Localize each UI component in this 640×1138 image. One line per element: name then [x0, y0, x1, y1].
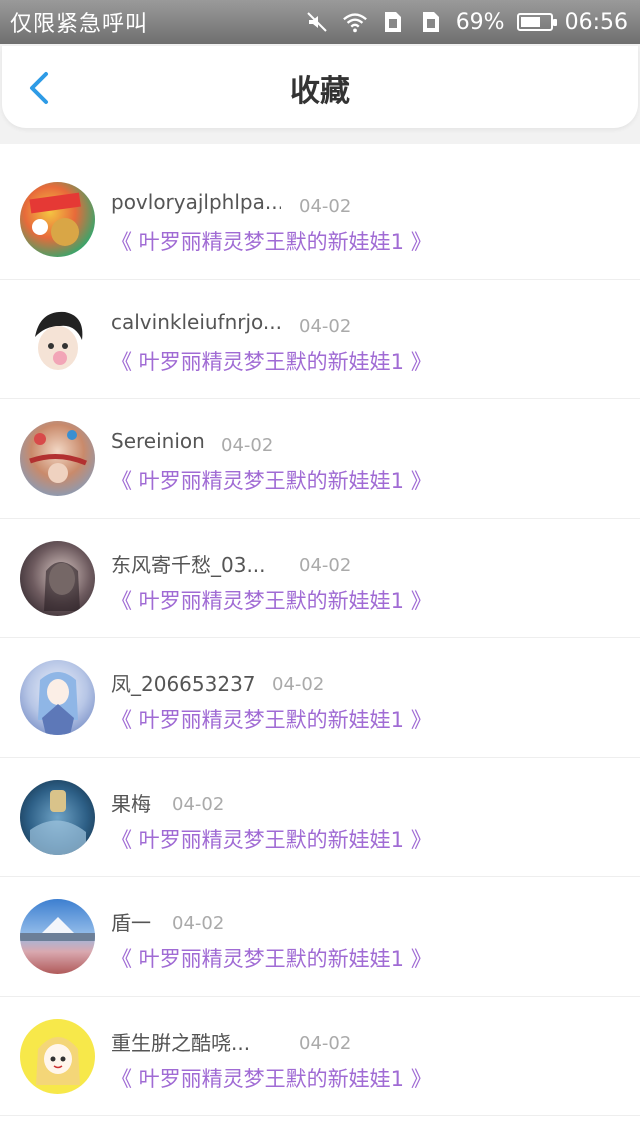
header-area: 收藏 — [0, 44, 640, 144]
item-date: 04-02 — [299, 1032, 352, 1054]
item-book-link[interactable]: 《 叶罗丽精灵梦王默的新娃娃1 》 — [111, 585, 432, 615]
list-item[interactable]: calvinkleiufnrjo... 04-02 《 叶罗丽精灵梦王默的新娃娃… — [0, 280, 640, 399]
item-username: Sereinion — [111, 429, 205, 453]
mute-icon — [304, 9, 330, 35]
sim-2-icon — [418, 9, 444, 35]
item-username: 果梅 — [111, 791, 151, 816]
battery-fill — [520, 17, 540, 27]
item-date: 04-02 — [299, 315, 352, 337]
avatar[interactable] — [20, 779, 95, 855]
status-bar: 仅限紧急呼叫 69% 06:56 — [0, 0, 640, 44]
avatar[interactable] — [20, 660, 95, 735]
list-item[interactable]: 盾一 04-02 《 叶罗丽精灵梦王默的新娃娃1 》 — [0, 877, 640, 997]
list-item[interactable]: 重生腁之酷哓... 04-02 《 叶罗丽精灵梦王默的新娃娃1 》 — [0, 997, 640, 1116]
item-username: 重生腁之酷哓... — [111, 1030, 251, 1055]
item-username: 东风寄千愁_03... — [111, 552, 266, 577]
list-item[interactable]: 果梅 04-02 《 叶罗丽精灵梦王默的新娃娃1 》 — [0, 758, 640, 877]
item-username: 凤_206653237 — [111, 672, 256, 696]
status-icons: 69% 06:56 — [304, 9, 628, 35]
avatar[interactable] — [20, 540, 95, 616]
item-username: calvinkleiufnrjo... — [111, 309, 281, 334]
item-date: 04-02 — [299, 196, 352, 217]
avatar[interactable] — [20, 421, 95, 496]
item-book-link[interactable]: 《 叶罗丽精灵梦王默的新娃娃1 》 — [111, 226, 432, 256]
avatar[interactable] — [20, 899, 95, 974]
item-date: 04-02 — [272, 674, 325, 695]
wifi-icon — [342, 9, 368, 35]
item-date: 04-02 — [172, 913, 225, 934]
list-top-spacer — [0, 146, 640, 160]
item-username: povloryajlphlpa... — [111, 190, 281, 214]
item-book-link[interactable]: 《 叶罗丽精灵梦王默的新娃娃1 》 — [111, 1063, 432, 1093]
list-item[interactable]: Sereinion 04-02 《 叶罗丽精灵梦王默的新娃娃1 》 — [0, 399, 640, 519]
sim-1-icon — [380, 9, 406, 35]
avatar[interactable] — [20, 1018, 95, 1094]
list-item[interactable]: 凤_206653237 04-02 《 叶罗丽精灵梦王默的新娃娃1 》 — [0, 638, 640, 758]
status-carrier-text: 仅限紧急呼叫 — [10, 12, 149, 37]
list-item[interactable]: povloryajlphlpa... 04-02 《 叶罗丽精灵梦王默的新娃娃1… — [0, 160, 640, 280]
item-book-link[interactable]: 《 叶罗丽精灵梦王默的新娃娃1 》 — [111, 943, 432, 973]
item-book-link[interactable]: 《 叶罗丽精灵梦王默的新娃娃1 》 — [111, 824, 432, 854]
item-username: 盾一 — [111, 911, 151, 935]
battery-percent: 69% — [455, 9, 505, 35]
item-book-link[interactable]: 《 叶罗丽精灵梦王默的新娃娃1 》 — [111, 704, 432, 734]
item-date: 04-02 — [299, 554, 352, 576]
page-title: 收藏 — [290, 74, 350, 109]
avatar[interactable] — [20, 301, 95, 377]
list-item[interactable]: 东风寄千愁_03... 04-02 《 叶罗丽精灵梦王默的新娃娃1 》 — [0, 519, 640, 638]
battery-icon — [516, 13, 557, 31]
item-book-link[interactable]: 《 叶罗丽精灵梦王默的新娃娃1 》 — [111, 465, 432, 495]
item-book-link[interactable]: 《 叶罗丽精灵梦王默的新娃娃1 》 — [111, 346, 432, 376]
avatar[interactable] — [20, 182, 95, 257]
item-date: 04-02 — [172, 793, 225, 815]
status-time: 06:56 — [564, 9, 628, 35]
item-date: 04-02 — [221, 435, 274, 456]
favorites-list: povloryajlphlpa... 04-02 《 叶罗丽精灵梦王默的新娃娃1… — [0, 146, 640, 1116]
